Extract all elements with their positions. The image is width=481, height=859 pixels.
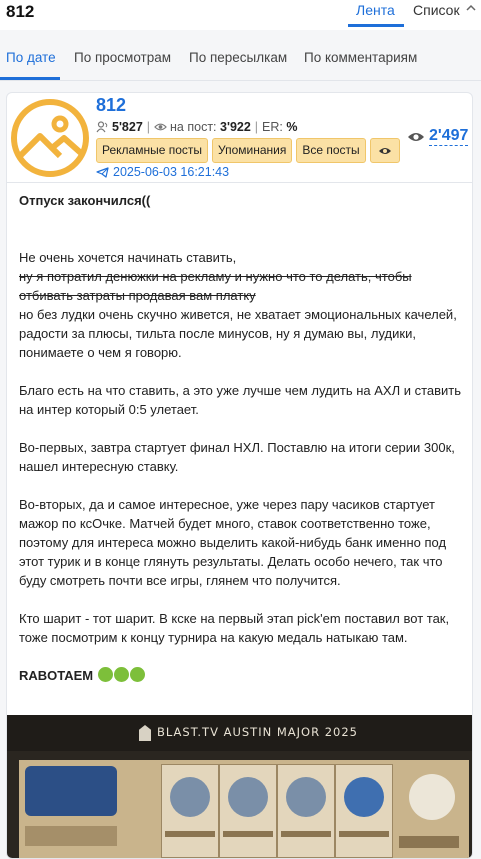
tab-sort-by-views[interactable]: По просмотрам xyxy=(74,50,171,65)
post-paragraph: Во-вторых, да и самое интересное, уже че… xyxy=(19,497,447,588)
eye-icon xyxy=(408,132,424,141)
pickem-tile xyxy=(161,764,219,858)
pickem-board xyxy=(19,760,469,858)
tab-feed[interactable]: Лента xyxy=(356,2,395,18)
all-posts-button[interactable]: Все посты xyxy=(296,138,366,163)
pickem-tile xyxy=(277,764,335,858)
ads-posts-button[interactable]: Рекламные посты xyxy=(96,138,209,163)
telegram-icon xyxy=(96,166,109,178)
post-date[interactable]: 2025-06-03 16:21:43 xyxy=(96,165,229,179)
channel-stats: 5'827 | на пост: 3'922 | ER: % xyxy=(96,120,298,134)
active-tab-indicator xyxy=(348,24,404,27)
channel-name[interactable]: 812 xyxy=(96,95,126,116)
views-per-post-label: на пост: xyxy=(170,120,217,134)
tab-sort-by-comments[interactable]: По комментариям xyxy=(304,50,417,65)
post-views-count: 2'497 xyxy=(429,127,469,146)
eye-toggle-button[interactable] xyxy=(369,138,400,163)
post-title: Отпуск закончился(( xyxy=(19,193,151,208)
bus-illustration xyxy=(25,766,117,816)
post-signoff-text: RABOTAEM xyxy=(19,668,94,683)
views-per-post: 3'922 xyxy=(220,120,251,134)
chevron-up-icon[interactable] xyxy=(466,3,476,13)
banner-header: BLAST.TV AUSTIN MAJOR 2025 xyxy=(7,715,472,751)
post-image[interactable]: BLAST.TV AUSTIN MAJOR 2025 xyxy=(7,715,472,858)
page-title: 812 xyxy=(6,2,35,21)
subscribers-icon xyxy=(96,121,108,133)
er-label: ER: xyxy=(262,120,283,134)
active-sort-indicator xyxy=(0,77,60,80)
post-paragraph: но без лудки очень скучно живется, не хв… xyxy=(19,307,457,360)
tab-sort-by-date[interactable]: По дате xyxy=(6,50,56,65)
crying-emoji-icon xyxy=(129,667,145,682)
post-paragraph: Не очень хочется начинать ставить, xyxy=(19,250,237,265)
blast-logo-icon xyxy=(139,725,151,741)
sort-tabs: По дате По просмотрам По пересылкам По к… xyxy=(0,30,481,81)
post-paragraph: Кто шарит - тот шарит. В кске на первый … xyxy=(19,611,450,645)
post-text: Отпуск закончился(( Не очень хочется нач… xyxy=(19,191,464,685)
banner-sign xyxy=(399,836,459,848)
eye-icon xyxy=(378,147,391,154)
tab-list[interactable]: Список xyxy=(413,2,460,18)
top-header: 812 Лента Список xyxy=(0,0,481,30)
crying-emoji-icon xyxy=(97,667,113,682)
mentions-button[interactable]: Упоминания xyxy=(212,138,293,163)
avatar[interactable] xyxy=(10,98,90,178)
post-date-text: 2025-06-03 16:21:43 xyxy=(113,165,230,179)
subscribers-count: 5'827 xyxy=(112,120,143,134)
eye-icon xyxy=(154,123,167,131)
post-paragraph-strikethrough: ну я потратил денюжки на рекламу и нужно… xyxy=(19,269,412,303)
banner-title: BLAST.TV AUSTIN MAJOR 2025 xyxy=(157,725,358,739)
divider xyxy=(7,182,472,183)
er-value: % xyxy=(286,120,298,134)
post-paragraph: Во-первых, завтра стартует финал НХЛ. По… xyxy=(19,440,455,474)
bus-caption xyxy=(25,826,117,846)
crying-emoji-icon xyxy=(113,667,129,682)
tab-sort-by-forwards[interactable]: По пересылкам xyxy=(189,50,287,65)
post-card: 812 5'827 | на пост: 3'922 | ER: % Рекла… xyxy=(6,92,473,859)
post-signoff: RABOTAEM xyxy=(19,666,464,685)
post-filter-buttons: Рекламные посты Упоминания Все посты xyxy=(96,138,400,163)
pickem-tile xyxy=(219,764,277,858)
post-paragraph: Благо есть на что ставить, а это уже луч… xyxy=(19,383,462,417)
austin-skull-logo-icon xyxy=(409,774,455,820)
post-views[interactable]: 2'497 xyxy=(407,127,469,146)
pickem-tile xyxy=(335,764,393,858)
